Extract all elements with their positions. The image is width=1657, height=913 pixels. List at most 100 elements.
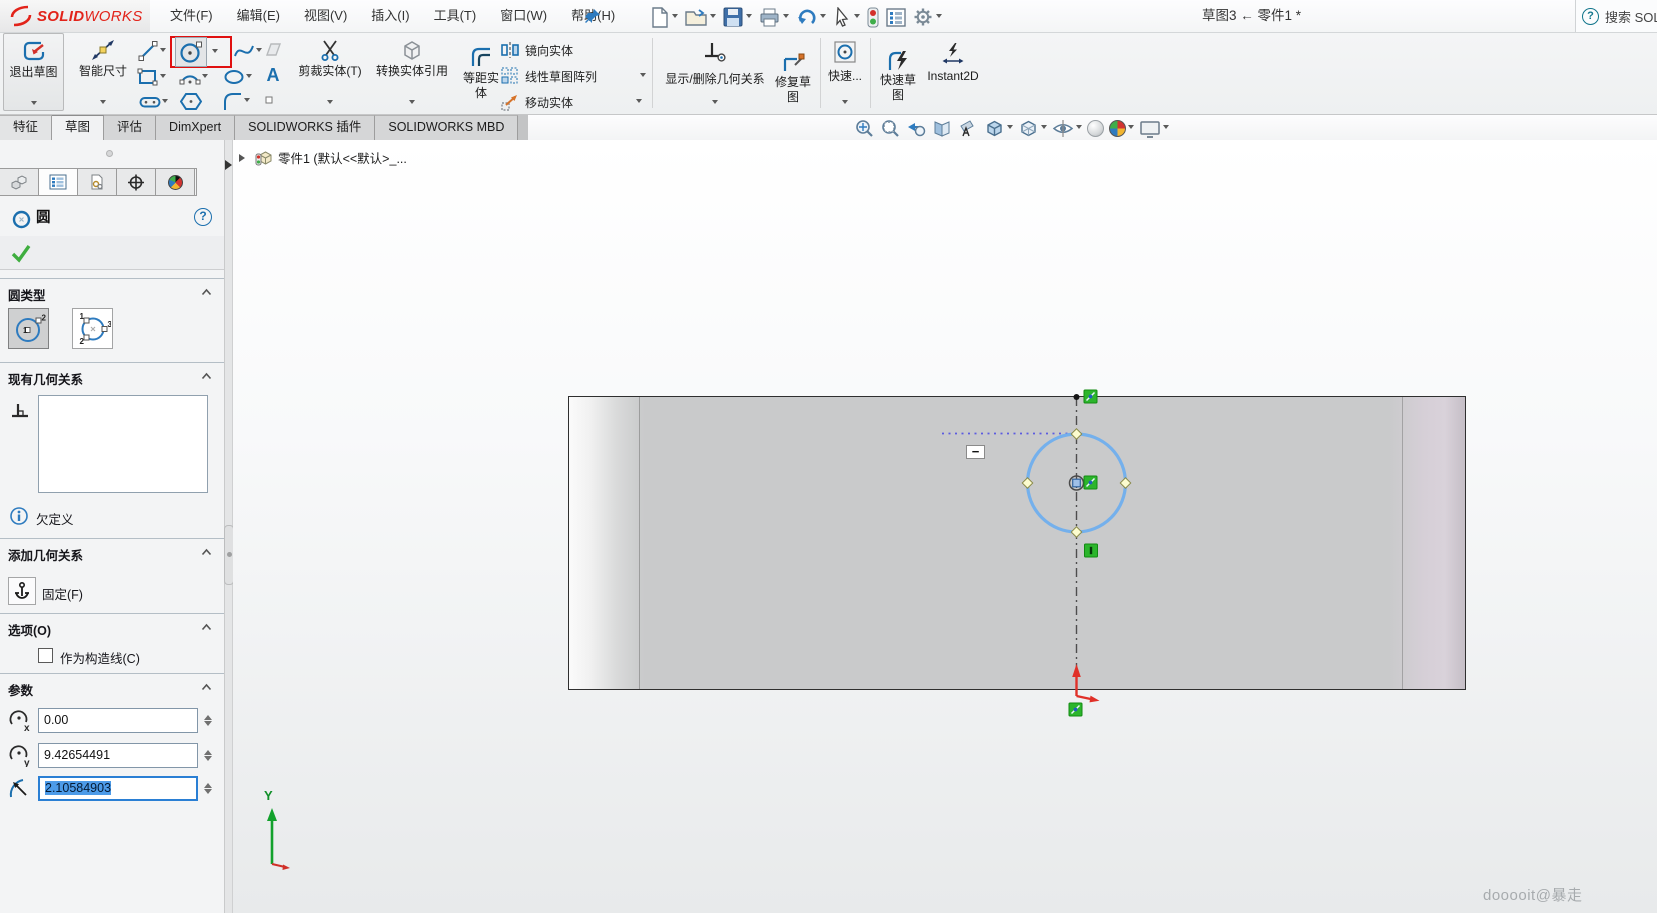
quick-snaps-button[interactable]: 快速...: [824, 33, 866, 113]
zoom-fit-icon[interactable]: [853, 117, 876, 140]
save-button[interactable]: [721, 7, 754, 27]
menu-file[interactable]: 文件(F): [158, 0, 225, 32]
convert-entities-dropdown[interactable]: [409, 100, 415, 107]
view-orientation-icon[interactable]: [983, 117, 1014, 140]
tab-addins[interactable]: SOLIDWORKS 插件: [235, 115, 375, 140]
ellipse-dropdown[interactable]: [246, 74, 252, 81]
trim-entities-button[interactable]: 剪裁实体(T): [295, 33, 365, 113]
repair-sketch-button[interactable]: 修复草图: [768, 33, 818, 113]
smart-dimension-dropdown[interactable]: [100, 100, 106, 107]
perimeter-circle-type-button[interactable]: 1 2 3: [72, 308, 113, 349]
panel-help-icon[interactable]: ?: [194, 208, 212, 226]
line-dropdown[interactable]: [160, 48, 166, 55]
construction-line-checkbox[interactable]: [38, 648, 53, 663]
arc-tool-button[interactable]: [178, 66, 208, 88]
display-manager-tab[interactable]: [156, 169, 195, 195]
display-style-icon[interactable]: [1017, 117, 1048, 140]
trim-entities-dropdown[interactable]: [327, 100, 333, 107]
dimxpert-manager-tab[interactable]: [117, 169, 156, 195]
vertical-relation-badge[interactable]: [1085, 544, 1098, 557]
move-entities-dropdown[interactable]: [636, 99, 642, 106]
more-sketch-tools-button[interactable]: [264, 95, 274, 105]
collapse-chevron-icon[interactable]: [201, 548, 212, 556]
center-y-spinner[interactable]: [203, 743, 215, 768]
feature-manager-tab[interactable]: [0, 169, 39, 195]
menu-tools[interactable]: 工具(T): [422, 0, 489, 32]
rectangle-dropdown[interactable]: [160, 74, 166, 81]
view-settings-icon[interactable]: [1138, 118, 1170, 140]
open-dropdown[interactable]: [710, 14, 716, 21]
view-orientation-dropdown[interactable]: [1007, 125, 1013, 132]
panel-viewport-splitter[interactable]: [225, 140, 233, 913]
instant2d-button[interactable]: Instant2D: [922, 33, 984, 113]
linear-pattern-button[interactable]: 线性草图阵列: [500, 67, 646, 85]
section-existing-relations[interactable]: 现有几何关系: [0, 362, 224, 388]
apply-scene-dropdown[interactable]: [1128, 125, 1134, 132]
fix-relation-button[interactable]: [8, 577, 36, 605]
collapse-chevron-icon[interactable]: [201, 683, 212, 691]
section-add-relations[interactable]: 添加几何关系: [0, 538, 224, 564]
help-icon[interactable]: ?: [1582, 8, 1599, 25]
rectangle-tool-button[interactable]: [136, 66, 166, 88]
search-area[interactable]: ? 搜索 SOLIDW: [1575, 0, 1657, 32]
convert-entities-button[interactable]: 转换实体引用: [368, 33, 456, 113]
center-x-field[interactable]: 0.00: [38, 708, 198, 733]
menu-view[interactable]: 视图(V): [292, 0, 359, 32]
zoom-area-icon[interactable]: [879, 117, 902, 140]
edit-appearance-icon[interactable]: [1086, 119, 1105, 138]
arc-dropdown[interactable]: [202, 74, 208, 81]
apply-scene-icon[interactable]: [1108, 119, 1135, 138]
slot-tool-button[interactable]: [138, 93, 168, 111]
tab-features[interactable]: 特征: [0, 115, 52, 140]
pin-menu-icon[interactable]: [584, 7, 602, 25]
save-dropdown[interactable]: [746, 14, 752, 21]
quick-snaps-dropdown[interactable]: [842, 100, 848, 107]
ok-check-icon[interactable]: [10, 243, 32, 263]
print-button[interactable]: [757, 8, 791, 27]
property-manager-tab[interactable]: [39, 169, 78, 195]
section-parameters[interactable]: 参数: [0, 673, 224, 699]
center-y-field[interactable]: 9.42654491: [38, 743, 198, 768]
menu-edit[interactable]: 编辑(E): [225, 0, 292, 32]
collapse-chevron-icon[interactable]: [201, 623, 212, 631]
undo-dropdown[interactable]: [820, 14, 826, 21]
center-x-spinner[interactable]: [203, 708, 215, 733]
move-entities-button[interactable]: 移动实体: [500, 93, 642, 111]
sketch-origin[interactable]: [1072, 664, 1099, 702]
new-document-button[interactable]: [648, 7, 680, 28]
collapse-chevron-icon[interactable]: [201, 288, 212, 296]
spline-tool-button[interactable]: [232, 39, 262, 63]
search-input[interactable]: 搜索 SOLIDW: [1605, 7, 1657, 26]
linear-pattern-dropdown[interactable]: [640, 73, 646, 80]
fillet-dropdown[interactable]: [244, 98, 250, 105]
slot-dropdown[interactable]: [162, 99, 168, 106]
tab-evaluate[interactable]: 评估: [104, 115, 156, 140]
new-document-dropdown[interactable]: [672, 14, 678, 21]
section-circle-type[interactable]: 圆类型: [0, 278, 224, 304]
exit-sketch-button[interactable]: 退出草图: [3, 33, 64, 111]
plane-tool-button[interactable]: [262, 39, 284, 61]
select-dropdown[interactable]: [854, 14, 860, 21]
display-style-dropdown[interactable]: [1041, 125, 1047, 132]
coincident-relation-badge[interactable]: [1084, 390, 1097, 403]
text-tool-button[interactable]: A: [263, 64, 283, 86]
ellipse-tool-button[interactable]: [222, 66, 252, 88]
radius-field[interactable]: 2.10584903: [38, 776, 198, 801]
select-button[interactable]: [831, 7, 862, 27]
undo-button[interactable]: [794, 7, 828, 27]
radius-spinner[interactable]: [203, 776, 215, 801]
existing-relations-listbox[interactable]: [38, 395, 208, 493]
smart-dimension-button[interactable]: 智能尺寸: [70, 33, 136, 113]
display-relations-button[interactable]: 显示/删除几何关系: [656, 33, 774, 113]
circle-dropdown[interactable]: [212, 49, 218, 56]
configuration-manager-tab[interactable]: [78, 169, 117, 195]
view-settings-dropdown[interactable]: [1163, 125, 1169, 132]
tab-sketch[interactable]: 草图: [52, 115, 104, 140]
settings-gear-button[interactable]: [911, 7, 944, 27]
tab-dimxpert[interactable]: DimXpert: [156, 115, 235, 140]
settings-dropdown[interactable]: [936, 14, 942, 21]
line-tool-button[interactable]: [136, 39, 166, 63]
edge-midpoint[interactable]: [1074, 394, 1080, 400]
fillet-tool-button[interactable]: [222, 91, 250, 112]
circle-tool-button[interactable]: [175, 37, 229, 67]
